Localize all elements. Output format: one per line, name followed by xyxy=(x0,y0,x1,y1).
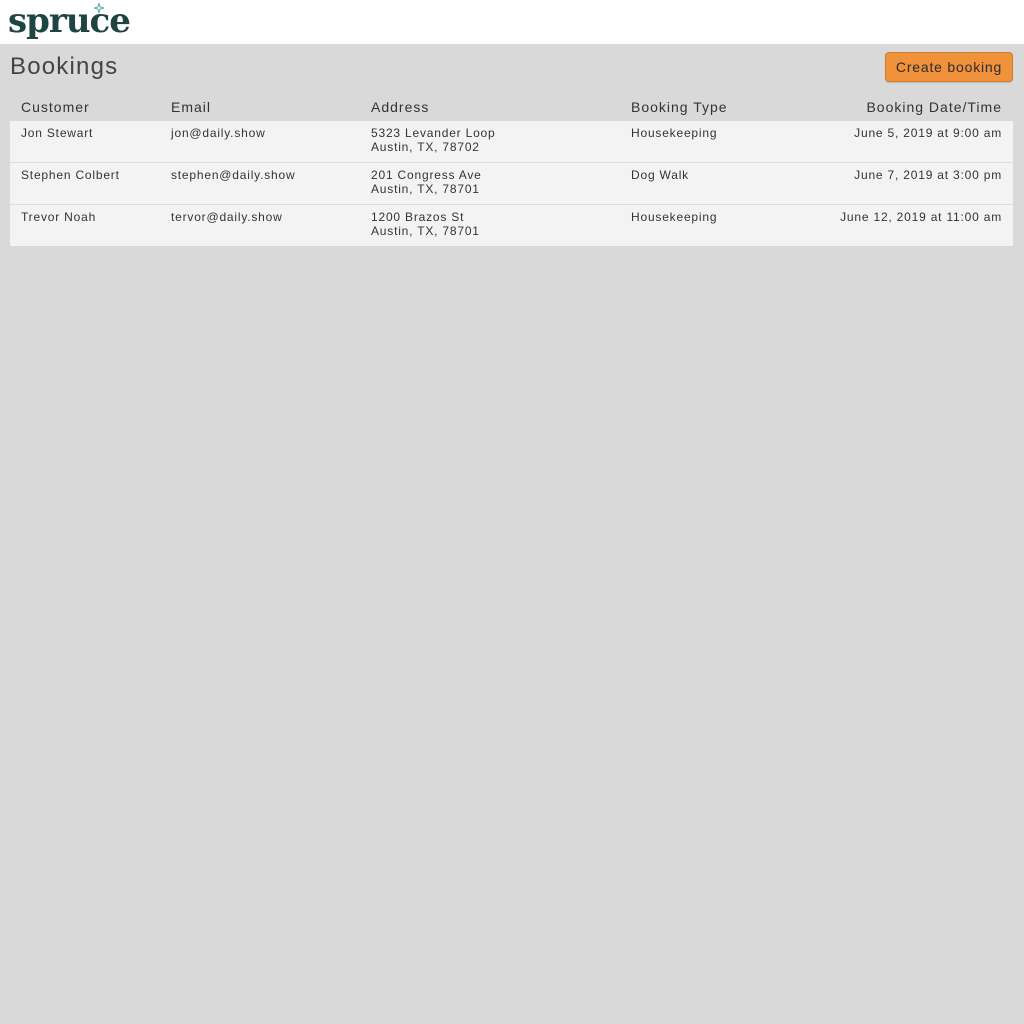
table-row[interactable]: Jon Stewart jon@daily.show 5323 Levander… xyxy=(10,121,1013,163)
create-booking-button[interactable]: Create booking xyxy=(885,52,1013,82)
cell-booking-type: Housekeeping xyxy=(620,121,790,163)
cell-address: 1200 Brazos St Austin, TX, 78701 xyxy=(360,204,620,246)
cell-customer: Jon Stewart xyxy=(10,121,160,163)
column-header-booking-type[interactable]: Booking Type xyxy=(620,92,790,121)
page-title: Bookings xyxy=(10,53,119,80)
table-header-row: Customer Email Address Booking Type Book… xyxy=(10,92,1013,121)
cell-booking-type: Dog Walk xyxy=(620,162,790,205)
cell-address: 5323 Levander Loop Austin, TX, 78702 xyxy=(360,121,620,163)
cell-email: stephen@daily.show xyxy=(160,162,360,205)
table-row[interactable]: Trevor Noah tervor@daily.show 1200 Brazo… xyxy=(10,204,1013,246)
sparkle-icon xyxy=(94,3,104,13)
column-header-booking-datetime[interactable]: Booking Date/Time xyxy=(790,92,1013,121)
address-line-1: 1200 Brazos St xyxy=(371,210,465,224)
spruce-logo[interactable]: spruce xyxy=(8,0,131,44)
column-header-customer[interactable]: Customer xyxy=(10,92,160,121)
top-bar: spruce xyxy=(0,0,1024,44)
cell-booking-datetime: June 12, 2019 at 11:00 am xyxy=(790,204,1013,246)
address-line-2: Austin, TX, 78701 xyxy=(371,182,480,196)
cell-booking-datetime: June 5, 2019 at 9:00 am xyxy=(790,121,1013,163)
cell-email: tervor@daily.show xyxy=(160,204,360,246)
cell-address: 201 Congress Ave Austin, TX, 78701 xyxy=(360,162,620,205)
cell-email: jon@daily.show xyxy=(160,121,360,163)
address-line-2: Austin, TX, 78702 xyxy=(371,140,480,154)
column-header-address[interactable]: Address xyxy=(360,92,620,121)
table-row[interactable]: Stephen Colbert stephen@daily.show 201 C… xyxy=(10,162,1013,205)
logo-text: spruce xyxy=(8,1,131,41)
cell-booking-type: Housekeeping xyxy=(620,204,790,246)
column-header-email[interactable]: Email xyxy=(160,92,360,121)
address-line-2: Austin, TX, 78701 xyxy=(371,224,480,238)
cell-customer: Stephen Colbert xyxy=(10,162,160,205)
address-line-1: 5323 Levander Loop xyxy=(371,126,496,140)
cell-booking-datetime: June 7, 2019 at 3:00 pm xyxy=(790,162,1013,205)
bookings-table: Customer Email Address Booking Type Book… xyxy=(10,92,1013,246)
cell-customer: Trevor Noah xyxy=(10,204,160,246)
address-line-1: 201 Congress Ave xyxy=(371,168,482,182)
